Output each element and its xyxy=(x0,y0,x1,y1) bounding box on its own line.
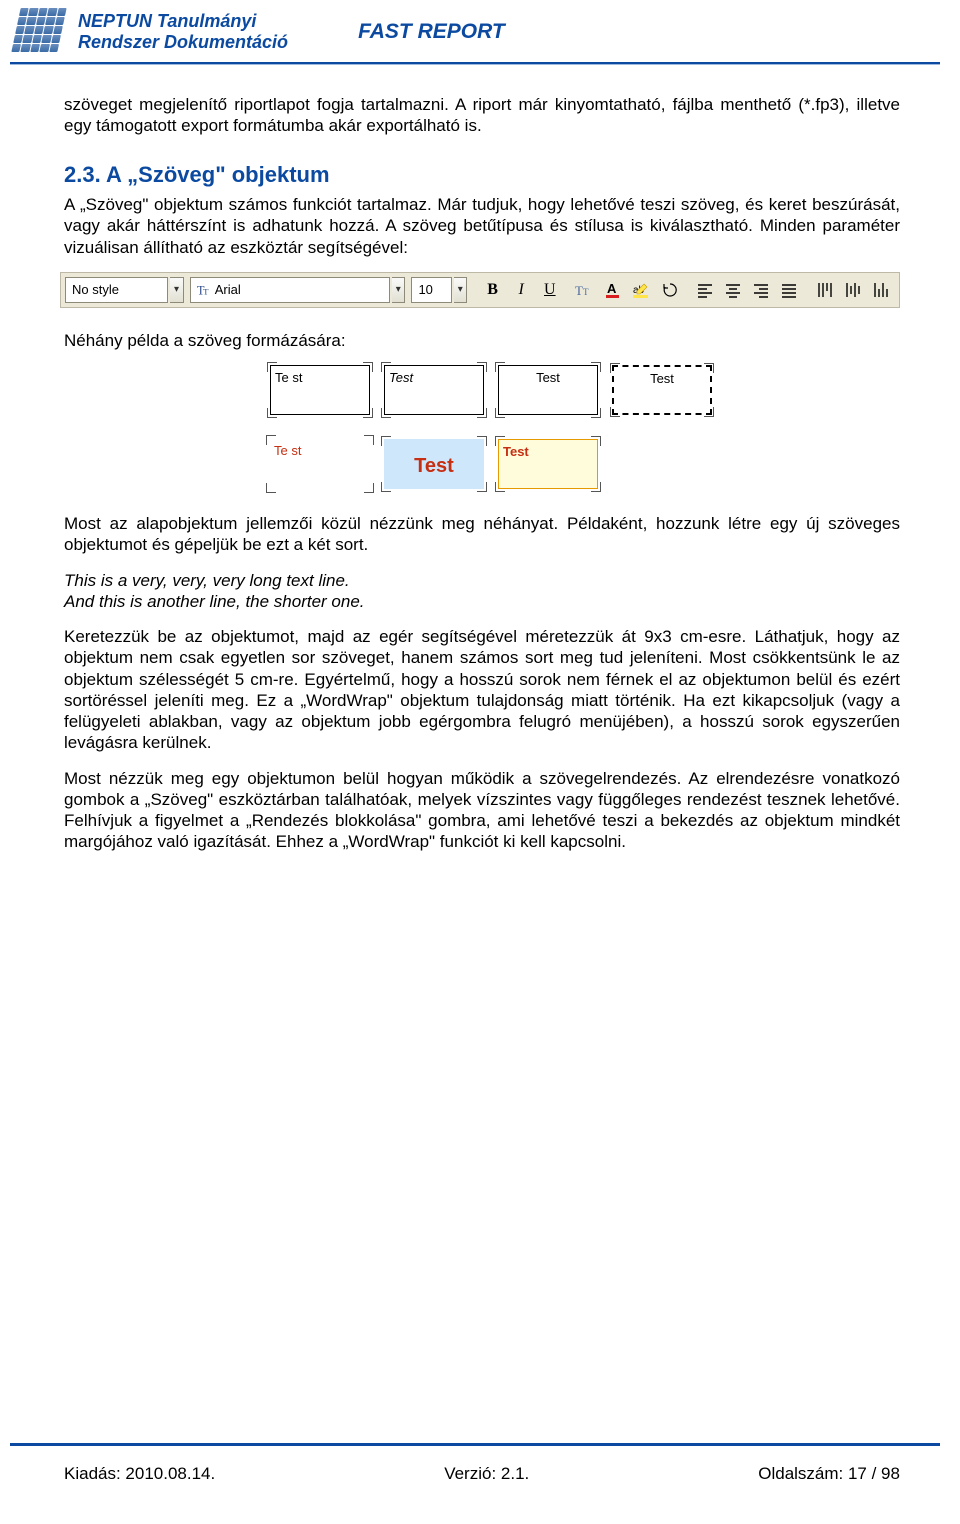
footer-left: Kiadás: 2010.08.14. xyxy=(64,1464,215,1484)
example-text-7: Test xyxy=(503,444,529,459)
example-text-1: Te st xyxy=(275,370,302,385)
page-footer: Kiadás: 2010.08.14. Verzió: 2.1. Oldalsz… xyxy=(0,1446,960,1524)
font-icon: TT xyxy=(197,283,211,297)
paragraph-2: A „Szöveg" objektum számos funkciót tart… xyxy=(64,194,900,258)
align-justify-button[interactable] xyxy=(775,277,803,303)
font-color-button[interactable]: A xyxy=(600,277,627,303)
example-text-5: Te st xyxy=(274,443,301,458)
align-right-icon xyxy=(747,277,775,303)
align-center-icon xyxy=(719,277,747,303)
align-right-button[interactable] xyxy=(747,277,775,303)
example-box-5: Te st xyxy=(270,439,370,489)
size-dropdown-arrow-icon[interactable]: ▾ xyxy=(454,277,467,303)
paragraph-1: szöveget megjelenítő riportlapot fogja t… xyxy=(64,94,900,137)
font-color-icon: A xyxy=(604,281,622,299)
rotate-button[interactable] xyxy=(657,277,684,303)
font-settings-icon: TT xyxy=(575,281,593,299)
paragraph-6: Most nézzük meg egy objektumon belül hog… xyxy=(64,768,900,853)
logo-icon xyxy=(16,8,68,56)
example-text-6: Test xyxy=(414,455,454,477)
highlight-button[interactable]: ab xyxy=(628,277,655,303)
valign-middle-icon xyxy=(839,277,867,303)
style-dropdown[interactable]: No style xyxy=(65,277,168,303)
paragraph-3: Néhány példa a szöveg formázására: xyxy=(64,330,900,351)
svg-text:T: T xyxy=(203,286,209,296)
size-dropdown[interactable]: 10 xyxy=(411,277,452,303)
example-box-7: Test xyxy=(498,439,598,489)
font-dropdown-arrow-icon[interactable]: ▾ xyxy=(392,277,405,303)
footer-center: Verzió: 2.1. xyxy=(444,1464,529,1484)
align-left-icon xyxy=(691,277,719,303)
svg-text:T: T xyxy=(583,287,589,297)
example-text-4: Test xyxy=(650,371,674,386)
valign-bottom-button[interactable] xyxy=(867,277,895,303)
example-box-6: Test xyxy=(384,439,484,489)
italic-button[interactable]: I xyxy=(508,277,535,303)
format-examples: Te st Test Test Test Te st Test Test xyxy=(270,365,720,489)
italic-line-2: And this is another line, the shorter on… xyxy=(64,591,900,612)
example-box-2: Test xyxy=(384,365,484,415)
highlight-icon: ab xyxy=(632,281,650,299)
valign-middle-button[interactable] xyxy=(839,277,867,303)
example-text-2: Test xyxy=(389,370,413,385)
page-header: NEPTUN Tanulmányi Rendszer Dokumentáció … xyxy=(0,0,960,62)
font-value: Arial xyxy=(215,282,241,298)
example-text-3: Test xyxy=(536,370,560,385)
align-justify-icon xyxy=(775,277,803,303)
paragraph-5: Keretezzük be az objektumot, majd az egé… xyxy=(64,626,900,754)
bold-button[interactable]: B xyxy=(479,277,506,303)
header-subtitle: FAST REPORT xyxy=(358,20,505,44)
paragraph-4: Most az alapobjektum jellemzői közül néz… xyxy=(64,513,900,556)
valign-bottom-icon xyxy=(867,277,895,303)
style-dropdown-arrow-icon[interactable]: ▾ xyxy=(170,277,183,303)
font-dropdown[interactable]: TT Arial xyxy=(190,277,390,303)
align-left-button[interactable] xyxy=(691,277,719,303)
valign-top-button[interactable] xyxy=(811,277,839,303)
heading-2-3: 2.3. A „Szöveg" objektum xyxy=(64,161,900,189)
header-title-line2: Rendszer Dokumentáció xyxy=(78,32,288,53)
italic-line-1: This is a very, very, very long text lin… xyxy=(64,570,900,591)
size-value: 10 xyxy=(418,282,432,298)
underline-button[interactable]: U xyxy=(536,277,563,303)
align-center-button[interactable] xyxy=(719,277,747,303)
example-box-4: Test xyxy=(612,365,712,415)
rotate-icon xyxy=(661,281,679,299)
header-title-line1: NEPTUN Tanulmányi xyxy=(78,11,288,32)
svg-text:A: A xyxy=(607,281,617,296)
valign-top-icon xyxy=(811,277,839,303)
font-settings-button[interactable]: TT xyxy=(571,277,598,303)
style-value: No style xyxy=(72,282,119,298)
text-format-toolbar: No style ▾ TT Arial ▾ 10 ▾ B I U TT A ab xyxy=(60,272,900,308)
svg-text:T: T xyxy=(575,283,583,298)
header-divider xyxy=(10,62,940,65)
example-box-3: Test xyxy=(498,365,598,415)
footer-right: Oldalszám: 17 / 98 xyxy=(758,1464,900,1484)
example-box-1: Te st xyxy=(270,365,370,415)
